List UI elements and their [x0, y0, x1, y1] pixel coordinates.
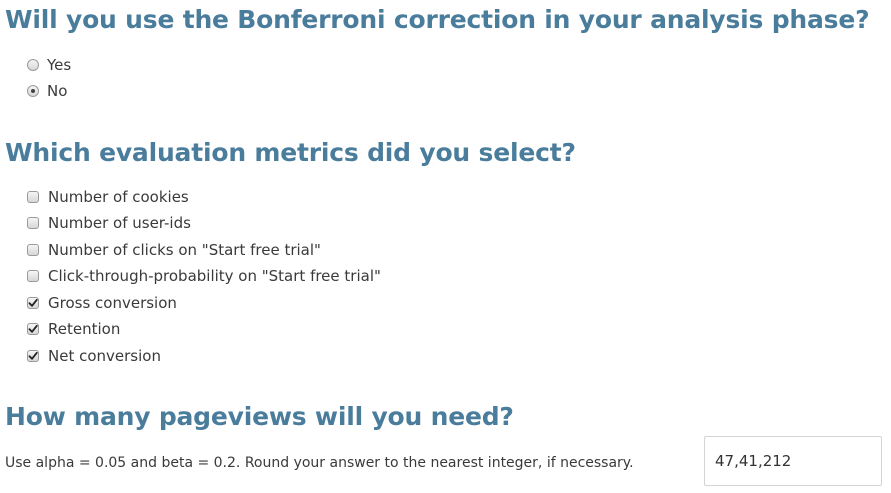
checkbox-option-gross-conversion[interactable]: Gross conversion	[27, 292, 177, 314]
checkbox[interactable]	[27, 191, 39, 203]
checkbox-option-label: Number of clicks on "Start free trial"	[48, 241, 321, 259]
radio-button-selected[interactable]	[27, 85, 39, 97]
checkbox-option-click-through-probability[interactable]: Click-through-probability on "Start free…	[27, 265, 381, 287]
quiz-page: Will you use the Bonferroni correction i…	[0, 0, 891, 493]
checkmark-icon	[28, 324, 38, 333]
checkmark-icon	[28, 298, 38, 307]
pageviews-instruction-text: Use alpha = 0.05 and beta = 0.2. Round y…	[5, 455, 634, 471]
pageviews-answer-input[interactable]	[704, 436, 882, 486]
checkbox[interactable]	[27, 270, 39, 282]
checkbox-option-net-conversion[interactable]: Net conversion	[27, 345, 161, 367]
checkbox-option-label: Number of user-ids	[48, 214, 191, 232]
checkbox-checked[interactable]	[27, 323, 39, 335]
radio-option-no[interactable]: No	[27, 80, 67, 102]
checkbox-option-number-of-user-ids[interactable]: Number of user-ids	[27, 212, 191, 234]
checkbox-option-number-of-clicks[interactable]: Number of clicks on "Start free trial"	[27, 239, 321, 261]
checkbox-option-label: Net conversion	[48, 347, 161, 365]
checkmark-icon	[28, 351, 38, 360]
pageviews-question-heading: How many pageviews will you need?	[5, 402, 514, 431]
metrics-question-heading: Which evaluation metrics did you select?	[5, 138, 576, 167]
checkbox-option-label: Gross conversion	[48, 294, 177, 312]
bonferroni-question-heading: Will you use the Bonferroni correction i…	[5, 5, 870, 34]
checkbox-option-number-of-cookies[interactable]: Number of cookies	[27, 186, 189, 208]
checkbox-checked[interactable]	[27, 297, 39, 309]
radio-button[interactable]	[27, 59, 39, 71]
radio-option-label: No	[47, 82, 68, 100]
checkbox-checked[interactable]	[27, 350, 39, 362]
checkbox[interactable]	[27, 244, 39, 256]
checkbox-option-label: Click-through-probability on "Start free…	[48, 267, 381, 285]
radio-option-yes[interactable]: Yes	[27, 54, 71, 76]
checkbox-option-label: Number of cookies	[48, 188, 189, 206]
checkbox-option-label: Retention	[48, 320, 121, 338]
radio-option-label: Yes	[47, 56, 72, 74]
checkbox[interactable]	[27, 217, 39, 229]
checkbox-option-retention[interactable]: Retention	[27, 318, 120, 340]
